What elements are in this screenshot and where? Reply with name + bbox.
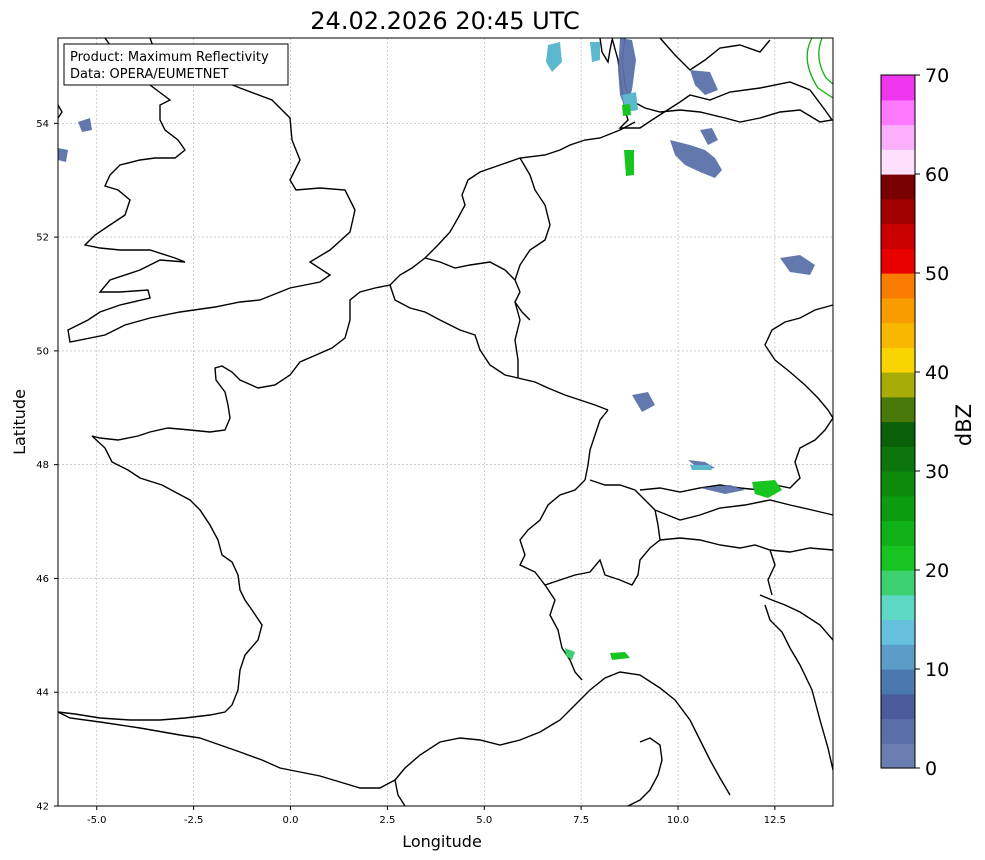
colorbar-segment [881, 594, 915, 621]
x-tick-label: 12.5 [764, 815, 786, 826]
colorbar-segment [881, 545, 915, 571]
colorbar-tick-label: 30 [925, 461, 949, 483]
colorbar-segment [881, 520, 915, 546]
colorbar-segment [881, 149, 915, 175]
colorbar-tick-label: 50 [925, 263, 949, 285]
colorbar-segment [881, 322, 915, 348]
colorbar-segment [881, 198, 915, 225]
x-tick-label: 10.0 [667, 815, 689, 826]
y-tick-label: 46 [36, 574, 49, 585]
colorbar-segment [881, 619, 915, 645]
x-tick-label: 2.5 [379, 815, 395, 826]
x-tick-label: 0.0 [283, 815, 299, 826]
colorbar-segment [881, 421, 915, 447]
colorbar-segment [881, 347, 915, 373]
echo-green-north-2 [622, 104, 631, 116]
colorbar-segment [881, 743, 915, 769]
y-tick-label: 50 [36, 346, 49, 357]
colorbar-segment [881, 75, 915, 101]
colorbar-segment [881, 99, 915, 126]
y-tick-label: 42 [36, 802, 49, 813]
colorbar-tick-label: 0 [925, 758, 937, 780]
map-title: 24.02.2026 20:45 UTC [310, 7, 579, 35]
y-axis-ticks: 42 44 46 48 50 52 54 [36, 119, 58, 813]
colorbar-segment [881, 174, 915, 200]
colorbar: 0 10 20 30 40 50 60 70 [880, 65, 949, 780]
colorbar-segment [881, 446, 915, 472]
x-tick-label: 7.5 [573, 815, 589, 826]
colorbar-segment [881, 495, 915, 522]
colorbar-tick-label: 60 [925, 164, 949, 186]
colorbar-segment [881, 718, 915, 744]
colorbar-segment [881, 223, 915, 249]
radar-map-figure: 24.02.2026 20:45 UTC Product: Maximum Re… [10, 7, 976, 851]
colorbar-segment [881, 693, 915, 720]
colorbar-segment [881, 372, 915, 398]
info-box-product: Product: Maximum Reflectivity [70, 50, 269, 65]
colorbar-segment [881, 124, 915, 150]
x-axis-label: Longitude [402, 832, 482, 851]
colorbar-tick-label: 10 [925, 659, 949, 681]
colorbar-tick-label: 20 [925, 560, 949, 582]
echo-bavaria-cyan [690, 465, 712, 470]
colorbar-tick-label: 70 [925, 65, 949, 87]
info-box-source: Data: OPERA/EUMETNET [70, 67, 229, 82]
x-tick-label: -2.5 [184, 815, 204, 826]
y-tick-label: 44 [36, 688, 49, 699]
colorbar-segment [881, 273, 915, 299]
map-background [58, 38, 833, 806]
colorbar-tick-label: 40 [925, 362, 949, 384]
colorbar-segment [881, 297, 915, 324]
y-tick-label: 54 [36, 119, 49, 130]
y-tick-label: 52 [36, 233, 49, 244]
colorbar-segment [881, 396, 915, 423]
x-tick-label: -5.0 [87, 815, 107, 826]
colorbar-segment [881, 644, 915, 670]
colorbar-label: dBZ [952, 404, 976, 446]
y-tick-label: 48 [36, 460, 49, 471]
colorbar-segment [881, 570, 915, 596]
colorbar-segment [881, 471, 915, 497]
x-axis-ticks: -5.0 -2.5 0.0 2.5 5.0 7.5 10.0 12.5 [87, 806, 786, 826]
map-panel: Product: Maximum Reflectivity Data: OPER… [57, 37, 834, 807]
colorbar-segment [881, 248, 915, 274]
info-box: Product: Maximum Reflectivity Data: OPER… [63, 43, 289, 86]
colorbar-segment [881, 669, 915, 695]
x-tick-label: 5.0 [476, 815, 492, 826]
y-axis-label: Latitude [10, 389, 29, 455]
